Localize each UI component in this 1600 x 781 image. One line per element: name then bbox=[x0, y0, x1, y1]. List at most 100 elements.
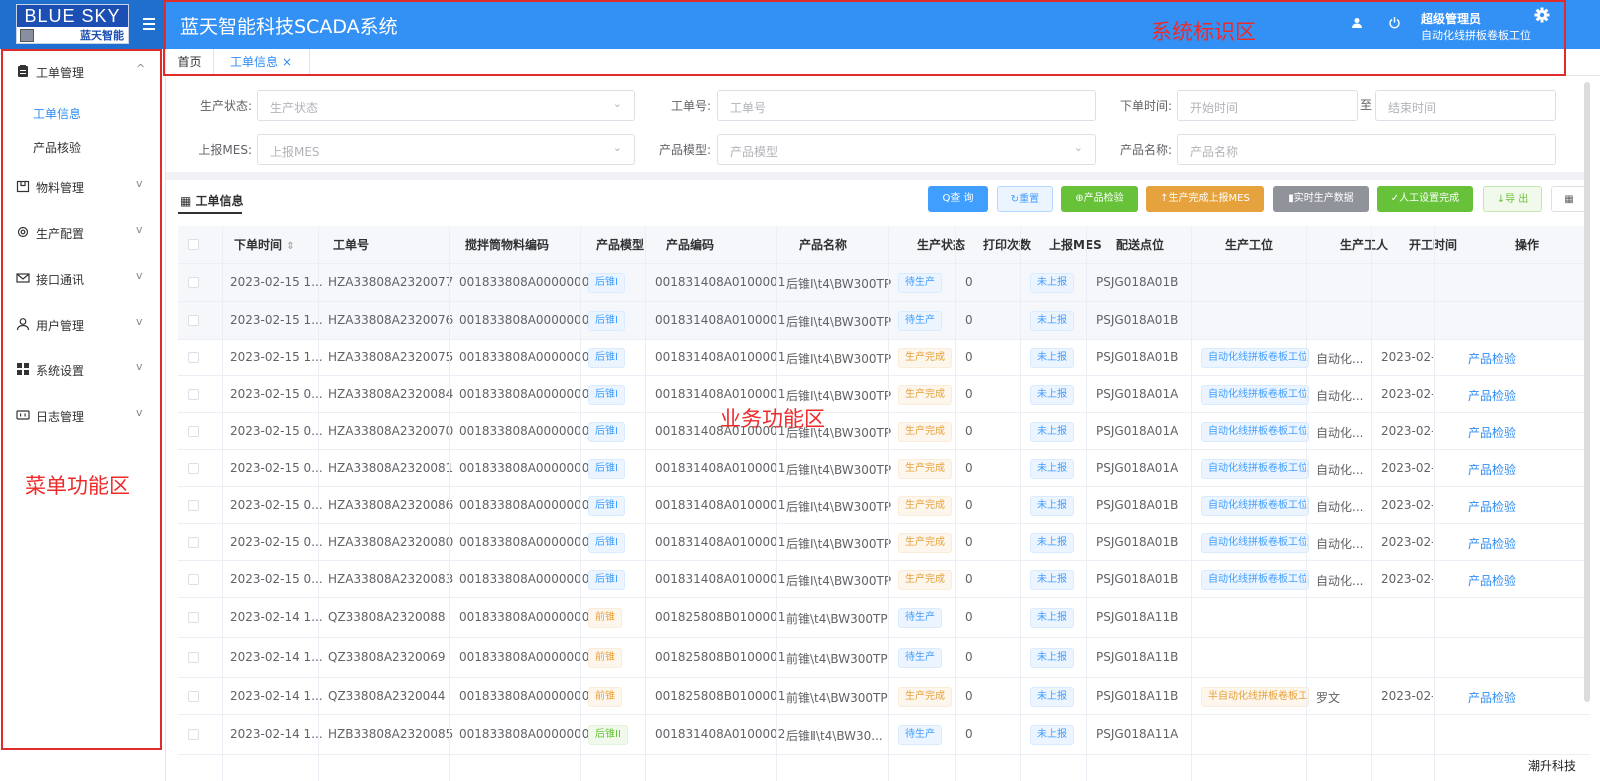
row-checkbox[interactable] bbox=[188, 315, 199, 326]
report-mes-button[interactable]: ↑生产完成上报MES bbox=[1146, 186, 1264, 212]
export-button[interactable]: ↓导 出 bbox=[1483, 186, 1542, 212]
menu-area-highlight-box bbox=[1, 49, 162, 750]
cell-order-number: QZ33808A2320069 bbox=[328, 650, 446, 664]
table-row[interactable]: 2023-02-14 1... QZ33808A2320069 001833808A… bbox=[178, 638, 1590, 678]
model-tag: 后锥I bbox=[588, 459, 625, 479]
end-time-input[interactable]: 结束时间 bbox=[1375, 90, 1556, 121]
status-tag: 生产完成 bbox=[898, 496, 952, 516]
row-checkbox[interactable] bbox=[188, 463, 199, 474]
row-checkbox[interactable] bbox=[188, 729, 199, 740]
row-checkbox[interactable] bbox=[188, 537, 199, 548]
name-input[interactable]: 产品名称 bbox=[1177, 134, 1556, 165]
table-row[interactable]: 2023-02-14 1... HZB33808A2320085 001833808… bbox=[178, 715, 1590, 755]
cell-product-code: 001831408A0100001 bbox=[655, 461, 786, 475]
start-time-input[interactable]: 开始时间 bbox=[1177, 90, 1358, 121]
table-row[interactable]: 2023-02-15 0... HZA33808A2320084 001833808… bbox=[178, 376, 1590, 413]
cell-product-name: 后锥I\t4\BW300TP bbox=[786, 315, 892, 329]
cell-material-code: 001833808A0000000 bbox=[459, 610, 590, 624]
section-divider bbox=[166, 172, 1590, 180]
hamburger-menu-icon[interactable] bbox=[143, 15, 157, 31]
model-select[interactable]: 产品模型 ⌄ bbox=[717, 134, 1096, 165]
model-tag: 后锥I bbox=[588, 533, 625, 553]
status-tag: 待生产 bbox=[898, 273, 942, 293]
column-divider bbox=[222, 226, 223, 781]
columns-toggle-button[interactable]: ▦ bbox=[1551, 186, 1587, 212]
row-checkbox[interactable] bbox=[188, 352, 199, 363]
manual-complete-button[interactable]: ✓人工设置完成 bbox=[1377, 186, 1473, 212]
status-placeholder: 生产状态 bbox=[270, 101, 319, 115]
cell-delivery-point: PSJG018A01A bbox=[1096, 387, 1179, 401]
cell-order-time: 2023-02-14 1... bbox=[230, 727, 323, 741]
table-row[interactable]: 2023-02-15 0... HZA33808A2320081 001833808… bbox=[178, 450, 1590, 487]
mes-select[interactable]: 上报MES ⌄ bbox=[257, 134, 635, 165]
sort-icon[interactable]: ⇕ bbox=[286, 241, 294, 252]
logo-line1: BLUE SKY bbox=[17, 5, 128, 27]
product-check-link[interactable]: 产品检验 bbox=[1468, 424, 1516, 441]
cell-delivery-point: PSJG018A01A bbox=[1096, 424, 1179, 438]
row-checkbox[interactable] bbox=[188, 574, 199, 585]
cell-order-number: HZA33808A2320080 bbox=[328, 535, 454, 549]
cell-order-time: 2023-02-15 0... bbox=[230, 535, 323, 549]
table-row[interactable]: 2023-02-15 0... HZA33808A2320070 001833808… bbox=[178, 413, 1590, 450]
column-header: 上报MES bbox=[1049, 238, 1102, 252]
row-checkbox[interactable] bbox=[188, 389, 199, 400]
table-row[interactable]: 2023-02-14 1... QZ33808A2320088 001833808A… bbox=[178, 598, 1590, 638]
reset-button[interactable]: ↻重置 bbox=[997, 186, 1053, 212]
column-header: 打印次数 bbox=[983, 238, 1032, 252]
status-tag: 待生产 bbox=[898, 608, 942, 628]
business-area-annotation: 业务功能区 bbox=[720, 407, 825, 431]
table-row[interactable]: 2023-02-15 0... HZA33808A2320083 001833808… bbox=[178, 561, 1590, 598]
cell-print-count: 0 bbox=[965, 498, 973, 512]
table-row[interactable]: 2023-02-15 1... HZA33808A2320076 001833808… bbox=[178, 302, 1590, 340]
product-check-button[interactable]: ⊕产品检验 bbox=[1061, 186, 1138, 212]
query-button[interactable]: Q查 询 bbox=[928, 186, 988, 212]
cell-delivery-point: PSJG018A01B bbox=[1096, 350, 1179, 364]
watermark-text: 潮升科技 bbox=[1528, 759, 1577, 773]
table-row[interactable]: 2023-02-14 1... QZ33808A2320044 001833808A… bbox=[178, 678, 1590, 715]
logo-line2: 蓝天智能 bbox=[80, 29, 124, 42]
column-header[interactable]: 下单时间 ⇕ bbox=[234, 226, 295, 264]
product-check-link[interactable]: 产品检验 bbox=[1468, 689, 1516, 706]
cell-delivery-point: PSJG018A11B bbox=[1096, 610, 1179, 624]
row-checkbox[interactable] bbox=[188, 500, 199, 511]
cell-delivery-point: PSJG018A11B bbox=[1096, 689, 1179, 703]
model-tag: 后锥I bbox=[588, 385, 625, 405]
product-check-link[interactable]: 产品检验 bbox=[1468, 350, 1516, 367]
model-label: 产品模型: bbox=[658, 143, 711, 157]
row-checkbox[interactable] bbox=[188, 277, 199, 288]
cell-order-number: HZA33808A2320077 bbox=[328, 275, 454, 289]
product-check-link[interactable]: 产品检验 bbox=[1468, 461, 1516, 478]
mes-tag: 未上报 bbox=[1030, 648, 1074, 668]
cell-order-time: 2023-02-14 1... bbox=[230, 610, 323, 624]
row-checkbox[interactable] bbox=[188, 612, 199, 623]
cell-print-count: 0 bbox=[965, 572, 973, 586]
model-tag: 后锥II bbox=[588, 725, 628, 745]
cell-start-time: 2023-02-1 bbox=[1381, 387, 1433, 401]
cell-print-count: 0 bbox=[965, 424, 973, 438]
column-divider bbox=[888, 226, 889, 781]
cell-worker: 自动化... bbox=[1316, 389, 1364, 403]
product-check-link[interactable]: 产品检验 bbox=[1468, 535, 1516, 552]
row-checkbox[interactable] bbox=[188, 426, 199, 437]
column-divider bbox=[449, 226, 450, 781]
table-row[interactable]: 2023-02-15 1... HZA33808A2320075 001833808… bbox=[178, 340, 1590, 376]
cell-order-number: HZA33808A2320083 bbox=[328, 572, 454, 586]
product-check-link[interactable]: 产品检验 bbox=[1468, 498, 1516, 515]
product-check-link[interactable]: 产品检验 bbox=[1468, 572, 1516, 589]
row-checkbox[interactable] bbox=[188, 691, 199, 702]
order-input[interactable]: 工单号 bbox=[717, 90, 1096, 121]
cell-product-name: 前锥\t4\BW300TP bbox=[786, 652, 888, 666]
realtime-data-button[interactable]: ▮实时生产数据 bbox=[1273, 186, 1369, 212]
cell-order-time: 2023-02-15 0... bbox=[230, 498, 323, 512]
select-all-checkbox[interactable] bbox=[188, 239, 199, 250]
table-row[interactable]: 2023-02-15 0... HZA33808A2320080 001833808… bbox=[178, 524, 1590, 561]
table-row[interactable]: 2023-02-15 1... HZA33808A2320077 001833808… bbox=[178, 264, 1590, 302]
table-row[interactable]: 2023-02-15 0... HZA33808A2320086 001833808… bbox=[178, 487, 1590, 524]
cell-worker: 罗文 bbox=[1316, 691, 1341, 705]
product-check-link[interactable]: 产品检验 bbox=[1468, 387, 1516, 404]
status-select[interactable]: 生产状态 ⌄ bbox=[257, 90, 635, 121]
cell-print-count: 0 bbox=[965, 350, 973, 364]
page-scrollbar[interactable] bbox=[1584, 82, 1590, 702]
cell-worker: 自动化... bbox=[1316, 500, 1364, 514]
row-checkbox[interactable] bbox=[188, 652, 199, 663]
